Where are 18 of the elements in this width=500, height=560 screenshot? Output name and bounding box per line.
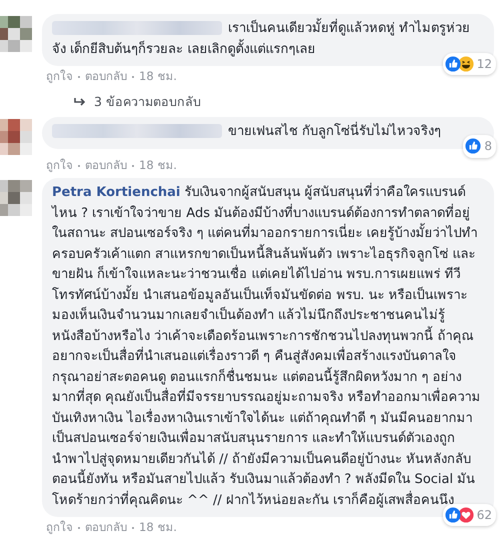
comment-action-link[interactable]: ตอบกลับ (85, 69, 127, 84)
author-name[interactable]: Petra Kortienchai (52, 185, 180, 200)
comment-action-link[interactable]: ถูกใจ (46, 69, 73, 84)
reaction-count[interactable]: 62 (442, 504, 496, 526)
timestamp[interactable]: 18 ชม. (139, 158, 177, 173)
avatar[interactable] (0, 16, 32, 52)
reaction-count[interactable]: 8 (463, 135, 496, 158)
timestamp[interactable]: 18 ชม. (139, 520, 177, 535)
timestamp[interactable]: 18 ชม. (139, 69, 177, 84)
comment-action-link[interactable]: ตอบกลับ (85, 158, 127, 173)
reaction-count[interactable]: 12 (442, 52, 496, 75)
avatar[interactable] (0, 119, 32, 155)
comment-action-link[interactable]: ตอบกลับ (85, 520, 127, 535)
replies-link[interactable]: 3 ข้อความตอบกลับ (94, 92, 201, 112)
comment-action-link[interactable]: ถูกใจ (46, 158, 73, 173)
reply-arrow-icon (74, 97, 86, 107)
comment-action-link[interactable]: ถูกใจ (46, 520, 73, 535)
avatar[interactable] (0, 180, 32, 216)
